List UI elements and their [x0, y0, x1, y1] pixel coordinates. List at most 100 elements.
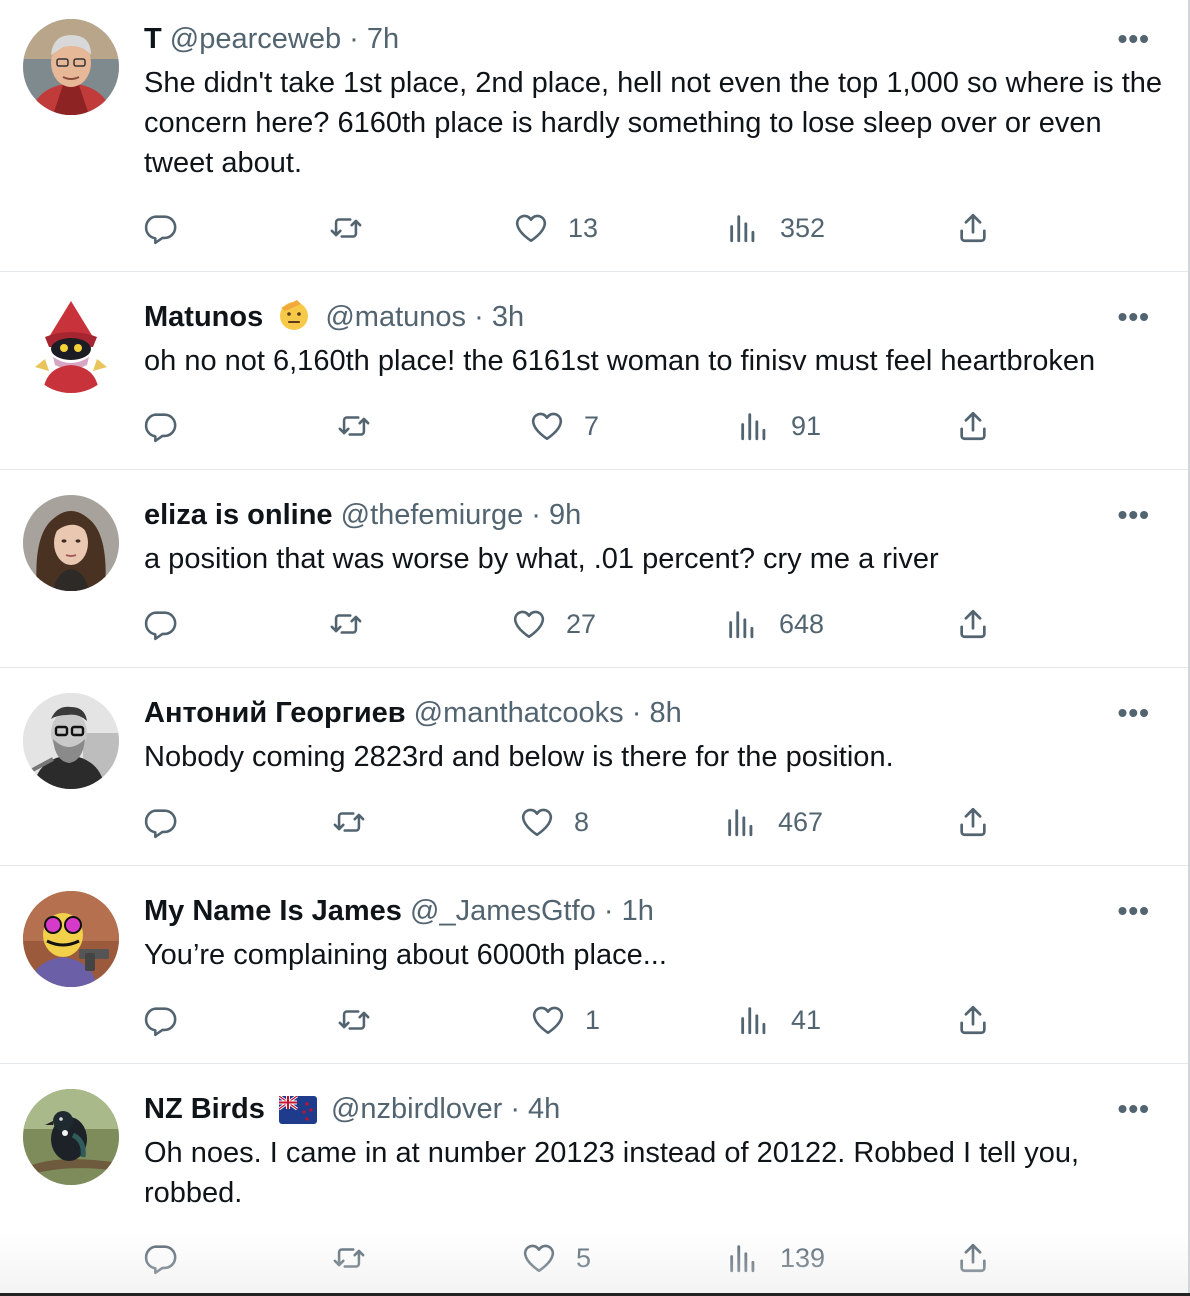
- share-button[interactable]: [956, 802, 990, 842]
- reply-icon: [144, 1245, 177, 1275]
- heart-icon: [523, 1244, 555, 1273]
- tweet[interactable]: T @pearceweb · 7h ••• She didn't take 1s…: [0, 0, 1188, 272]
- display-name[interactable]: eliza is online: [144, 499, 333, 531]
- display-name[interactable]: Антоний Георгиев: [144, 697, 406, 729]
- views-button[interactable]: 352: [726, 208, 825, 248]
- avatar[interactable]: [23, 693, 119, 789]
- separator-dot: ·: [631, 697, 642, 729]
- timestamp[interactable]: 3h: [492, 301, 524, 333]
- retweet-button[interactable]: [337, 406, 371, 446]
- tweet[interactable]: My Name Is James @_JamesGtfo · 1h ••• Yo…: [0, 866, 1188, 1064]
- share-button[interactable]: [956, 406, 990, 446]
- tweet[interactable]: Антоний Георгиев @manthatcooks · 8h ••• …: [0, 668, 1188, 866]
- heart-icon: [521, 808, 553, 837]
- retweet-button[interactable]: [329, 208, 363, 248]
- views-button[interactable]: 467: [724, 802, 823, 842]
- orko-cartoon-avatar: [23, 297, 119, 393]
- share-button[interactable]: [956, 208, 990, 248]
- user-handle[interactable]: @matunos: [325, 301, 466, 333]
- user-handle[interactable]: @thefemiurge: [341, 499, 524, 531]
- retweet-button[interactable]: [329, 604, 363, 644]
- share-button[interactable]: [956, 1000, 990, 1040]
- reply-button[interactable]: [144, 1238, 178, 1278]
- retweet-icon: [333, 812, 365, 832]
- reply-button[interactable]: [144, 208, 178, 248]
- like-button[interactable]: 1: [531, 1000, 600, 1040]
- reply-button[interactable]: [144, 802, 178, 842]
- views-button[interactable]: 139: [726, 1238, 825, 1278]
- user-handle[interactable]: @manthatcooks: [414, 697, 624, 729]
- display-name[interactable]: NZ Birds: [144, 1093, 265, 1125]
- user-handle[interactable]: @pearceweb: [170, 23, 341, 55]
- like-count: 5: [576, 1242, 592, 1273]
- separator-dot: ·: [474, 301, 484, 333]
- display-name[interactable]: Matunos: [144, 301, 263, 333]
- tweet[interactable]: Matunos @matunos · 3h ••• oh no not 6,16…: [0, 272, 1188, 470]
- more-options-icon[interactable]: •••: [1118, 23, 1150, 55]
- views-button[interactable]: 41: [737, 1000, 821, 1040]
- separator-dot: ·: [531, 499, 541, 531]
- heart-icon: [513, 610, 545, 639]
- share-icon: [960, 1005, 986, 1035]
- views-button[interactable]: 648: [725, 604, 824, 644]
- like-button[interactable]: 5: [522, 1238, 591, 1278]
- tweet-text: She didn't take 1st place, 2nd place, he…: [144, 67, 1163, 179]
- share-icon: [960, 411, 986, 441]
- separator-dot: ·: [349, 23, 359, 55]
- tweet-text: oh no not 6,160th place! the 6161st woma…: [144, 345, 1096, 377]
- like-button[interactable]: 7: [530, 406, 599, 446]
- avatar[interactable]: [23, 1089, 119, 1185]
- separator-dot: ·: [510, 1093, 520, 1125]
- saluting-face-emoji-icon: [277, 298, 311, 337]
- reply-button[interactable]: [144, 406, 178, 446]
- views-chart-icon: [729, 611, 754, 639]
- display-name[interactable]: My Name Is James: [144, 895, 402, 927]
- more-options-icon[interactable]: •••: [1118, 1093, 1150, 1125]
- timestamp[interactable]: 4h: [528, 1093, 560, 1125]
- heart-icon: [515, 214, 547, 243]
- retweet-icon: [330, 218, 362, 238]
- more-options-icon[interactable]: •••: [1118, 301, 1150, 333]
- bearded-man-bw-avatar: [23, 693, 119, 789]
- like-count: 7: [584, 410, 600, 441]
- like-count: 8: [574, 806, 590, 837]
- like-button[interactable]: 27: [512, 604, 596, 644]
- avatar[interactable]: [23, 891, 119, 987]
- reply-button[interactable]: [144, 604, 178, 644]
- view-count: 91: [791, 410, 822, 441]
- tui-bird-avatar: [23, 1089, 119, 1185]
- woman-portrait-avatar: [23, 495, 119, 591]
- more-options-icon[interactable]: •••: [1118, 895, 1150, 927]
- share-button[interactable]: [956, 604, 990, 644]
- reply-icon: [144, 215, 177, 245]
- view-count: 352: [780, 212, 826, 243]
- timestamp[interactable]: 9h: [549, 499, 581, 531]
- display-name[interactable]: T: [144, 23, 162, 55]
- avatar[interactable]: [23, 297, 119, 393]
- retweet-button[interactable]: [332, 1238, 366, 1278]
- views-chart-icon: [730, 1245, 755, 1273]
- avatar[interactable]: [23, 19, 119, 115]
- views-button[interactable]: 91: [737, 406, 821, 446]
- separator-dot: ·: [603, 895, 614, 927]
- more-options-icon[interactable]: •••: [1118, 697, 1150, 729]
- heart-icon: [532, 1006, 564, 1035]
- more-options-icon[interactable]: •••: [1118, 499, 1150, 531]
- reply-icon: [144, 1007, 177, 1037]
- retweet-button[interactable]: [337, 1000, 371, 1040]
- like-button[interactable]: 8: [520, 802, 589, 842]
- retweet-button[interactable]: [332, 802, 366, 842]
- like-button[interactable]: 13: [514, 208, 598, 248]
- timestamp[interactable]: 8h: [649, 697, 681, 729]
- retweet-icon: [338, 1010, 370, 1030]
- share-button[interactable]: [956, 1238, 990, 1278]
- timestamp[interactable]: 7h: [367, 23, 399, 55]
- tweet[interactable]: eliza is online @thefemiurge · 9h ••• a …: [0, 470, 1188, 668]
- avatar[interactable]: [23, 495, 119, 591]
- timestamp[interactable]: 1h: [622, 895, 654, 927]
- user-handle[interactable]: @_JamesGtfo: [410, 895, 596, 927]
- reply-button[interactable]: [144, 1000, 178, 1040]
- new-zealand-flag-emoji-icon: [278, 1094, 317, 1129]
- user-handle[interactable]: @nzbirdlover: [331, 1093, 502, 1125]
- tweet[interactable]: NZ Birds @nzbirdlover · 4h ••• Oh noes. …: [0, 1064, 1188, 1293]
